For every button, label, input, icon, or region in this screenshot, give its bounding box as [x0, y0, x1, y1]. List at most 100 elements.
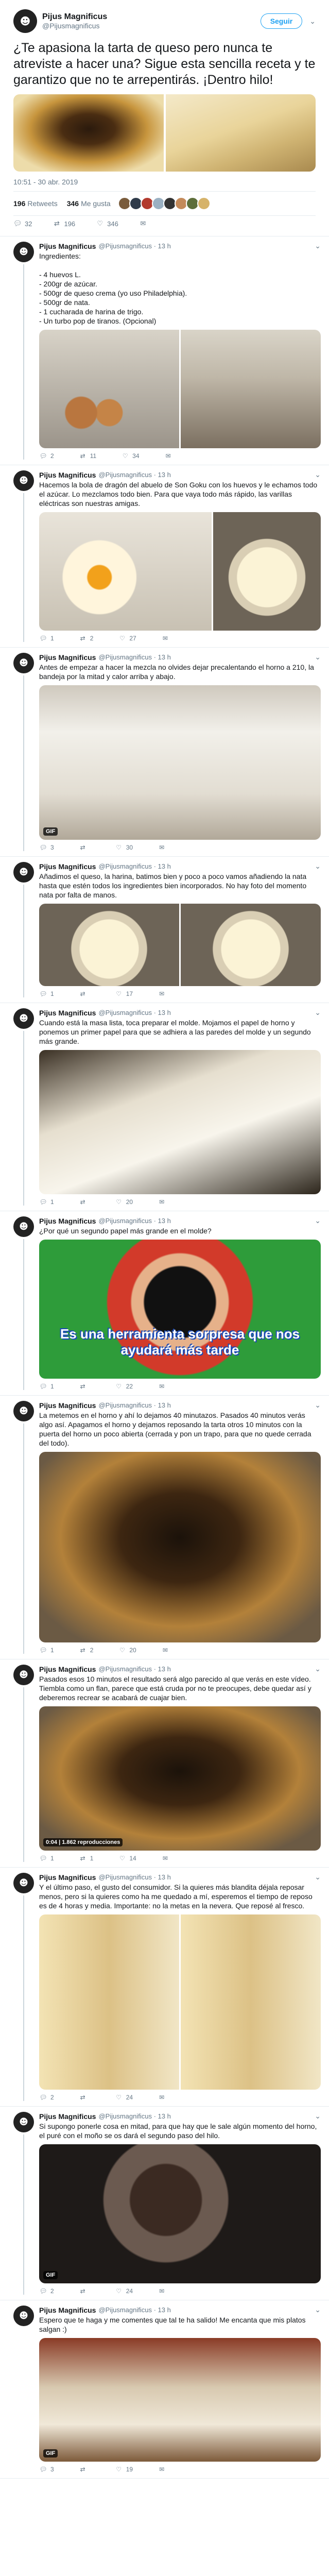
author-handle[interactable]: @Pijusmagnificus — [42, 22, 261, 30]
reply-media[interactable] — [39, 1050, 321, 1194]
reply-button[interactable]: 💬︎ 32 — [13, 220, 32, 228]
retweet-button[interactable]: ⇄ 2 — [79, 1647, 94, 1654]
reply-media[interactable] — [39, 330, 321, 448]
dm-button[interactable]: ✉ — [139, 220, 147, 228]
reply-tweet[interactable]: ☻ Pijus Magnificus @Pijusmagnificus · 13 … — [0, 2300, 329, 2479]
chevron-down-icon[interactable]: ⌄ — [315, 862, 321, 871]
like-stat[interactable]: 346 Me gusta — [67, 199, 111, 208]
retweet-button[interactable]: ⇄ 1 — [79, 1855, 94, 1862]
reply-author-name[interactable]: Pijus Magnificus — [39, 653, 96, 662]
reply-author-handle[interactable]: @Pijusmagnificus · 13 h — [98, 653, 170, 661]
reply-button[interactable]: 💬︎ 1 — [39, 635, 54, 642]
baking-mold-photo[interactable] — [39, 1050, 321, 1194]
dm-button[interactable]: ✉ — [161, 1647, 169, 1654]
avatar[interactable]: ☻ — [13, 470, 34, 491]
chevron-down-icon[interactable]: ⌄ — [309, 17, 316, 26]
reply-media[interactable] — [39, 1452, 321, 1642]
mixture-photo[interactable] — [181, 904, 321, 986]
like-button[interactable]: ♡ 30 — [115, 844, 133, 851]
reply-author-handle[interactable]: @Pijusmagnificus · 13 h — [98, 862, 170, 870]
reply-media[interactable]: GIF — [39, 2144, 321, 2283]
mixture-photo[interactable] — [213, 512, 321, 631]
cheesecake-video[interactable] — [39, 1706, 321, 1851]
reply-button[interactable]: 💬︎ 3 — [39, 844, 54, 851]
avatar[interactable]: ☻ — [13, 242, 34, 262]
reply-author-name[interactable]: Pijus Magnificus — [39, 2112, 96, 2121]
reply-author-handle[interactable]: @Pijusmagnificus · 13 h — [98, 1665, 170, 1673]
reply-author-handle[interactable]: @Pijusmagnificus · 13 h — [98, 2112, 170, 2120]
cheesecake-slice-photo[interactable] — [181, 1914, 321, 2090]
chevron-down-icon[interactable]: ⌄ — [315, 1216, 321, 1225]
avatar[interactable]: ☻ — [13, 862, 34, 883]
dm-button[interactable]: ✉ — [158, 844, 166, 851]
reply-button[interactable]: 💬︎ 1 — [39, 1855, 54, 1862]
reply-tweet[interactable]: ☻ Pijus Magnificus @Pijusmagnificus · 13 … — [0, 1003, 329, 1211]
dm-button[interactable]: ✉ — [161, 1855, 169, 1862]
reply-button[interactable]: 💬︎ 2 — [39, 2287, 54, 2295]
chef-gif[interactable] — [39, 2338, 321, 2462]
avatar[interactable]: ☻ — [13, 2306, 34, 2326]
retweet-button[interactable]: ⇄ 196 — [53, 220, 75, 228]
reply-media[interactable] — [39, 1914, 321, 2090]
author-name[interactable]: Pijus Magnificus — [42, 12, 261, 22]
chevron-down-icon[interactable]: ⌄ — [315, 1873, 321, 1882]
chevron-down-icon[interactable]: ⌄ — [315, 1665, 321, 1673]
reply-author-handle[interactable]: @Pijusmagnificus · 13 h — [98, 1217, 170, 1225]
reply-button[interactable]: 💬︎ 2 — [39, 452, 54, 460]
avatar[interactable]: ☻ — [13, 1665, 34, 1685]
reply-author-name[interactable]: Pijus Magnificus — [39, 471, 96, 479]
like-button[interactable]: ♡ 17 — [115, 990, 133, 997]
like-button[interactable]: ♡ 24 — [115, 2287, 133, 2295]
reply-author-handle[interactable]: @Pijusmagnificus · 13 h — [98, 1009, 170, 1016]
reply-tweet[interactable]: ☻ Pijus Magnificus @Pijusmagnificus · 13 … — [0, 1659, 329, 1868]
reply-author-handle[interactable]: @Pijusmagnificus · 13 h — [98, 1401, 170, 1409]
reply-media[interactable]: 0:04 | 1.862 reproducciones — [39, 1706, 321, 1851]
reply-button[interactable]: 💬︎ 3 — [39, 2466, 54, 2473]
like-button[interactable]: ♡ 22 — [115, 1383, 133, 1390]
cheesecake-photo[interactable] — [13, 94, 164, 172]
reply-tweet[interactable]: ☻ Pijus Magnificus @Pijusmagnificus · 13 … — [0, 1396, 329, 1659]
retweet-button[interactable]: ⇄ — [79, 2094, 90, 2101]
retweet-button[interactable]: ⇄ — [79, 990, 90, 997]
reply-author-handle[interactable]: @Pijusmagnificus · 13 h — [98, 242, 170, 250]
reply-author-name[interactable]: Pijus Magnificus — [39, 2306, 96, 2314]
chevron-down-icon[interactable]: ⌄ — [315, 1008, 321, 1017]
like-button[interactable]: ♡ 20 — [118, 1647, 136, 1654]
reply-author-name[interactable]: Pijus Magnificus — [39, 1873, 96, 1882]
reply-tweet[interactable]: ☻ Pijus Magnificus @Pijusmagnificus · 13 … — [0, 857, 329, 1003]
reply-button[interactable]: 💬︎ 2 — [39, 2094, 54, 2101]
reaction-gif[interactable] — [39, 2144, 321, 2283]
like-button[interactable]: ♡ 14 — [118, 1855, 136, 1862]
avatar[interactable]: ☻ — [13, 9, 37, 33]
reply-author-handle[interactable]: @Pijusmagnificus · 13 h — [98, 471, 170, 479]
chevron-down-icon[interactable]: ⌄ — [315, 2112, 321, 2121]
tweet-timestamp[interactable]: 10:51 - 30 abr. 2019 — [13, 178, 316, 192]
reply-button[interactable]: 💬︎ 1 — [39, 1198, 54, 1206]
reply-author-handle[interactable]: @Pijusmagnificus · 13 h — [98, 1873, 170, 1881]
reply-tweet[interactable]: ☻ Pijus Magnificus @Pijusmagnificus · 13 … — [0, 2107, 329, 2300]
retweet-button[interactable]: ⇄ — [79, 1198, 90, 1206]
reply-author-name[interactable]: Pijus Magnificus — [39, 1665, 96, 1673]
like-button[interactable]: ♡ 24 — [115, 2094, 133, 2101]
retweet-button[interactable]: ⇄ — [79, 2466, 90, 2473]
retweet-button[interactable]: ⇄ — [79, 844, 90, 851]
dm-button[interactable]: ✉ — [158, 2287, 166, 2295]
reply-media[interactable]: GIF — [39, 2338, 321, 2462]
reply-author-handle[interactable]: @Pijusmagnificus · 13 h — [98, 2306, 170, 2314]
baked-cheesecake-photo[interactable] — [39, 1452, 321, 1642]
chevron-down-icon[interactable]: ⌄ — [315, 242, 321, 250]
reply-author-name[interactable]: Pijus Magnificus — [39, 1401, 96, 1410]
main-tweet-media[interactable] — [13, 94, 316, 172]
reply-author-name[interactable]: Pijus Magnificus — [39, 242, 96, 250]
reply-media[interactable]: Es una herramienta sorpresa que nos ayud… — [39, 1240, 321, 1379]
reply-tweet[interactable]: ☻ Pijus Magnificus @Pijusmagnificus · 13 … — [0, 1211, 329, 1396]
dm-button[interactable]: ✉ — [164, 452, 172, 460]
reply-media[interactable] — [39, 904, 321, 986]
reply-media[interactable] — [39, 512, 321, 631]
mixture-photo[interactable] — [39, 904, 179, 986]
reply-author-name[interactable]: Pijus Magnificus — [39, 1217, 96, 1225]
reply-button[interactable]: 💬︎ 1 — [39, 1383, 54, 1390]
reply-tweet[interactable]: ☻ Pijus Magnificus @Pijusmagnificus · 13 … — [0, 236, 329, 465]
like-button[interactable]: ♡ 20 — [115, 1198, 133, 1206]
reply-button[interactable]: 💬︎ 1 — [39, 1647, 54, 1654]
